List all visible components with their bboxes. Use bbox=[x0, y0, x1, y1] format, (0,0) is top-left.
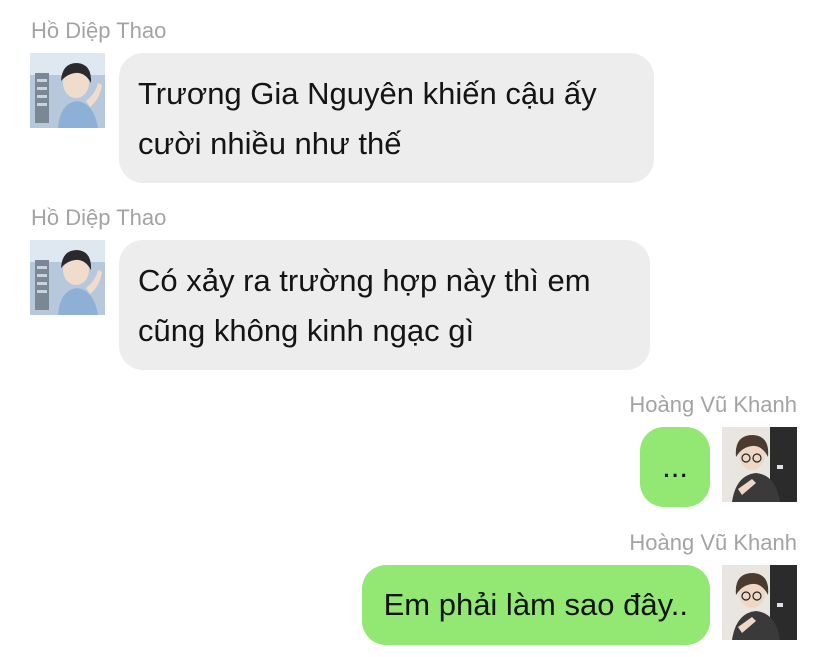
avatar-photo-icon bbox=[722, 427, 797, 502]
avatar[interactable] bbox=[722, 427, 797, 502]
avatar[interactable] bbox=[30, 53, 105, 128]
message-bubble-outgoing[interactable]: ... bbox=[640, 427, 710, 507]
sender-name: Hoàng Vũ Khanh bbox=[629, 392, 797, 417]
avatar[interactable] bbox=[30, 240, 105, 315]
message-bubble-outgoing[interactable]: Em phải làm sao đây.. bbox=[361, 565, 710, 645]
avatar-photo-icon bbox=[30, 53, 105, 128]
sender-name: Hồ Diệp Thao bbox=[31, 205, 167, 230]
message-text: Trương Gia Nguyên khiến cậu ấy bbox=[138, 76, 597, 111]
avatar-photo-icon bbox=[30, 240, 105, 315]
avatar[interactable] bbox=[722, 565, 797, 640]
message-bubble-incoming[interactable]: Có xảy ra trường hợp này thì em cũng khô… bbox=[119, 240, 650, 370]
message-text: cũng không kinh ngạc gì bbox=[138, 313, 475, 348]
sender-name: Hoàng Vũ Khanh bbox=[629, 530, 797, 555]
message-text: cười nhiều như thế bbox=[138, 126, 402, 161]
message-text: ... bbox=[662, 449, 688, 484]
avatar-photo-icon bbox=[722, 565, 797, 640]
message-text: Có xảy ra trường hợp này thì em bbox=[138, 263, 591, 298]
message-text: Em phải làm sao đây.. bbox=[383, 587, 688, 622]
message-bubble-incoming[interactable]: Trương Gia Nguyên khiến cậu ấy cười nhiề… bbox=[119, 53, 654, 183]
sender-name: Hồ Diệp Thao bbox=[31, 18, 167, 43]
